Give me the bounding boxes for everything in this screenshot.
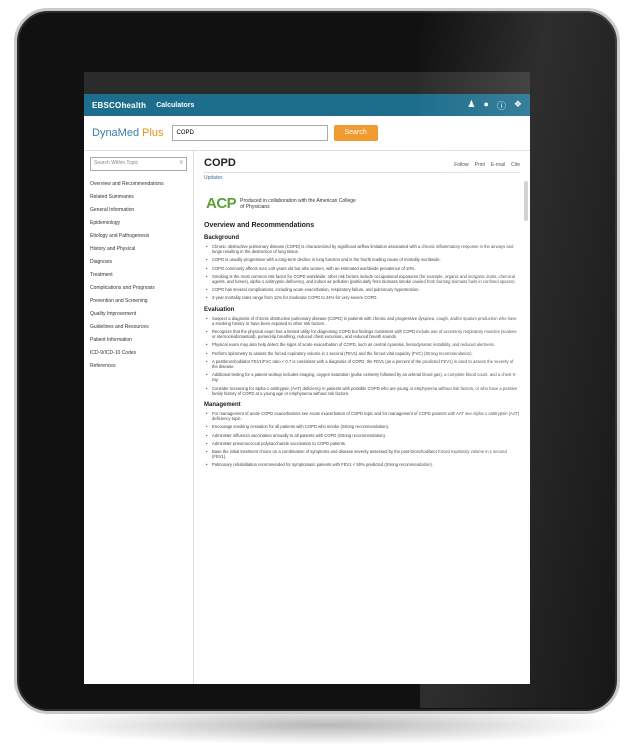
scrollbar[interactable] <box>524 181 528 221</box>
follow-button[interactable]: Follow <box>454 162 468 168</box>
location-icon[interactable]: ● <box>483 99 488 112</box>
list-item: COPD has several complications, includin… <box>206 287 520 292</box>
tablet-screen: EBSCOhealth Calculators ♟ ● ⓘ ❖ DynaMed … <box>84 72 530 684</box>
content-body: Search Within Topic ⚲ Overview and Recom… <box>84 151 530 684</box>
cite-button[interactable]: Cite <box>511 162 520 168</box>
list-item: Administer influenza vaccination annuall… <box>206 433 520 438</box>
brand-logo[interactable]: DynaMed Plus <box>92 127 164 139</box>
list-item: 3-year mortality rates range from 11% fo… <box>206 295 520 300</box>
list-item: Administer pneumococcal polysaccharide v… <box>206 441 520 446</box>
sidebar-item[interactable]: Etiology and Pathogenesis <box>90 233 187 239</box>
print-button[interactable]: Print <box>475 162 485 168</box>
main-content: COPD Follow Print E-mail Cite Updates AC… <box>194 151 530 684</box>
email-button[interactable]: E-mail <box>491 162 505 168</box>
list-item: Physical exam may also help detect the s… <box>206 342 520 347</box>
sidebar-item[interactable]: ICD-9/ICD-10 Codes <box>90 350 187 356</box>
sidebar-item[interactable]: History and Physical <box>90 246 187 252</box>
section-title: Overview and Recommendations <box>204 222 315 229</box>
acp-banner: ACP Produced in collaboration with the A… <box>206 195 520 212</box>
search-input[interactable]: COPD <box>171 125 328 141</box>
search-row: DynaMed Plus COPD Search <box>84 116 530 151</box>
acp-text: Produced in collaboration with the Ameri… <box>240 197 356 210</box>
sidebar-item[interactable]: Guidelines and Resources <box>90 324 187 330</box>
brand-name: DynaMed <box>92 127 140 139</box>
list-item: Additional testing for a patient workup … <box>206 372 520 382</box>
list-item: Encourage smoking cessation for all pati… <box>206 424 520 429</box>
search-button[interactable]: Search <box>333 125 378 141</box>
list-item: Base the initial treatment choice on a c… <box>206 449 520 459</box>
page-title: COPD <box>204 157 236 169</box>
sidebar-item[interactable]: References <box>90 363 187 369</box>
sidebar-item[interactable]: Epidemiology <box>90 220 187 226</box>
management-list: For management of acute COPD exacerbatio… <box>204 411 520 468</box>
updates-link[interactable]: Updates <box>204 175 520 181</box>
brand-suffix: Plus <box>142 127 164 139</box>
list-item: COPD commonly affects men ≥40 years old … <box>206 266 520 271</box>
info-icon[interactable]: ❖ <box>514 99 522 112</box>
list-item: For management of acute COPD exacerbatio… <box>206 411 520 421</box>
list-item: Chronic obstructive pulmonary disease (C… <box>206 244 520 254</box>
title-bar: COPD Follow Print E-mail Cite <box>204 157 520 173</box>
sidebar-item[interactable]: Overview and Recommendations <box>90 181 187 187</box>
toolbar: Follow Print E-mail Cite <box>454 162 520 168</box>
evaluation-list: Suspect a diagnosis of chronic obstructi… <box>204 316 520 396</box>
list-item: COPD is usually progressive with a long-… <box>206 257 520 262</box>
nav-calculators[interactable]: Calculators <box>156 102 194 109</box>
logo[interactable]: EBSCOhealth <box>92 101 146 110</box>
background-list: Chronic obstructive pulmonary disease (C… <box>204 244 520 301</box>
search-icon[interactable]: ⚲ <box>179 158 183 170</box>
list-item: Perform spirometry to assess the forced … <box>206 351 520 356</box>
help-icon[interactable]: ⓘ <box>497 99 506 112</box>
acp-logo: ACP <box>206 195 237 212</box>
user-icon[interactable]: ♟ <box>467 99 475 112</box>
list-item: A postbronchodilator FEV1/FVC ratio < 0.… <box>206 359 520 369</box>
sidebar-filter-input[interactable]: Search Within Topic ⚲ <box>90 157 187 171</box>
sidebar-item[interactable]: Related Summaries <box>90 194 187 200</box>
background-heading: Background <box>204 235 240 241</box>
sidebar-item[interactable]: Treatment <box>90 272 187 278</box>
management-heading: Management <box>204 402 241 409</box>
filter-placeholder: Search Within Topic <box>94 160 139 166</box>
sidebar-item[interactable]: Quality Improvement <box>90 311 187 317</box>
status-strip <box>84 72 530 94</box>
sidebar-item[interactable]: Complications and Prognosis <box>90 285 187 291</box>
list-item: Pulmonary rehabilitation recommended for… <box>206 462 520 467</box>
list-item: Suspect a diagnosis of chronic obstructi… <box>206 316 520 326</box>
list-item: Consider screening for alpha-1 antitryps… <box>206 386 520 396</box>
sidebar-nav: Overview and Recommendations Related Summ… <box>90 181 187 369</box>
list-item: Recognize that the physical exam has a l… <box>206 329 520 339</box>
sidebar-item[interactable]: Diagnosis <box>90 259 187 265</box>
header-icons: ♟ ● ⓘ ❖ <box>467 99 522 112</box>
sidebar-item[interactable]: General Information <box>90 207 187 213</box>
list-item: Smoking is the most common risk factor f… <box>206 274 520 284</box>
sidebar-item[interactable]: Patient Information <box>90 337 187 343</box>
app-header: EBSCOhealth Calculators ♟ ● ⓘ ❖ <box>84 94 530 116</box>
evaluation-heading: Evaluation <box>204 306 235 313</box>
sidebar: Search Within Topic ⚲ Overview and Recom… <box>84 151 194 684</box>
sidebar-item[interactable]: Prevention and Screening <box>90 298 187 304</box>
